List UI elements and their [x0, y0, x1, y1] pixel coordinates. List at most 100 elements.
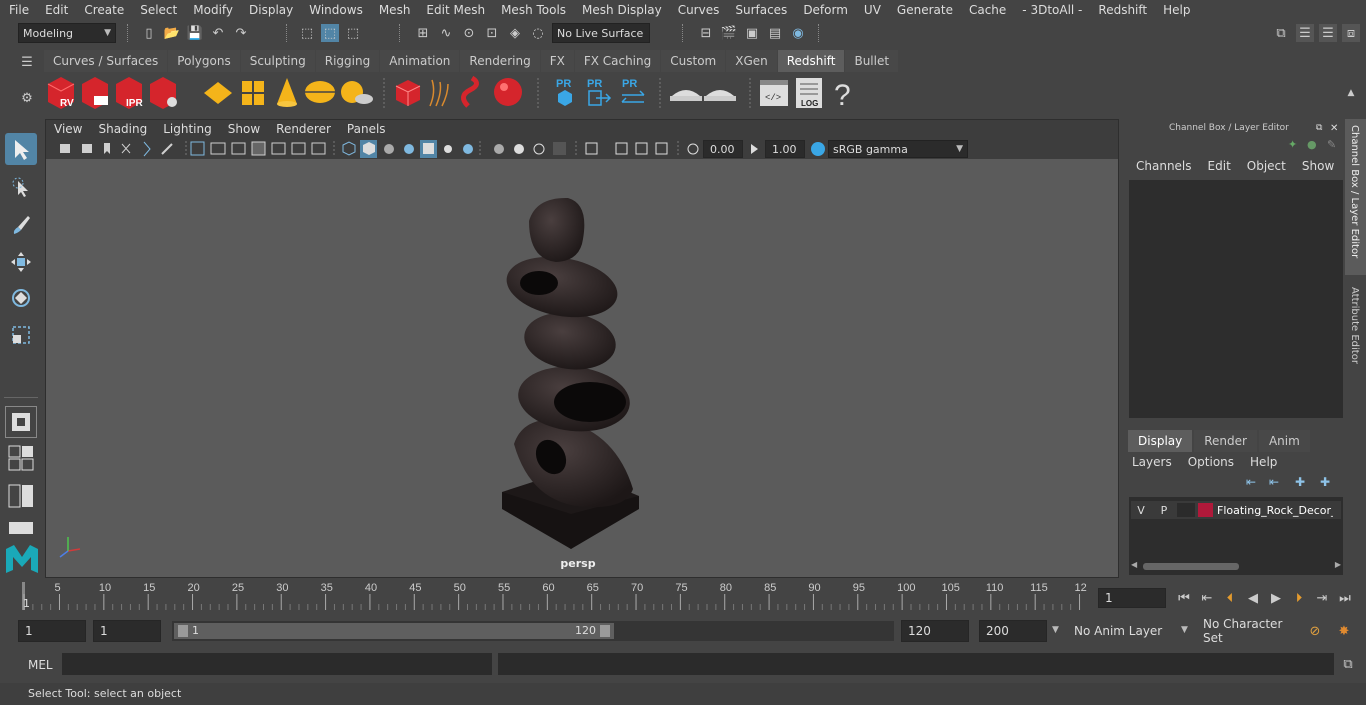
- render-ipr-icon[interactable]: IPR: [116, 77, 143, 109]
- pr-export-icon[interactable]: PR: [587, 78, 612, 106]
- gate-mask-icon[interactable]: [251, 141, 266, 156]
- exposure-field[interactable]: 0.00: [703, 140, 743, 158]
- mel-label[interactable]: MEL: [28, 658, 53, 672]
- menu-file[interactable]: File: [0, 0, 36, 20]
- menu-cache[interactable]: Cache: [960, 0, 1013, 20]
- xray-joints-icon[interactable]: [655, 142, 668, 155]
- film-gate-icon[interactable]: [210, 142, 226, 155]
- isolate-select-icon[interactable]: [585, 142, 598, 155]
- step-forward-key-icon[interactable]: ⇥: [1313, 589, 1331, 607]
- auto-key-icon[interactable]: ⊘: [1306, 622, 1324, 640]
- play-backward-icon[interactable]: ◀: [1244, 589, 1262, 607]
- select-object-icon[interactable]: ⬚: [321, 24, 339, 42]
- menu-display[interactable]: Display: [240, 0, 300, 20]
- single-view-layout[interactable]: [5, 406, 37, 438]
- xray-icon[interactable]: [615, 142, 628, 155]
- save-scene-icon[interactable]: 💾: [186, 24, 204, 42]
- render-view-icon[interactable]: ▤: [766, 24, 784, 42]
- step-forward-frame-icon[interactable]: ⏵: [1290, 589, 1308, 607]
- channel-icon-3[interactable]: ✎: [1327, 138, 1336, 151]
- render-settings-gear-icon[interactable]: [150, 77, 177, 109]
- undo-icon[interactable]: ↶: [209, 24, 227, 42]
- anim-layer-dropdown[interactable]: No Anim Layer: [1067, 620, 1172, 642]
- layer-menu-help[interactable]: Help: [1250, 455, 1285, 469]
- resolution-gate-icon[interactable]: [231, 142, 246, 155]
- shelf-tab-curves-surfaces[interactable]: Curves / Surfaces: [44, 50, 168, 72]
- layer-scrollbar[interactable]: ◀ ▶: [1131, 560, 1341, 572]
- channel-menu-edit[interactable]: Edit: [1200, 159, 1239, 173]
- sun-sky-icon[interactable]: [341, 81, 373, 104]
- safe-action-icon[interactable]: [291, 142, 306, 155]
- menu-mesh-tools[interactable]: Mesh Tools: [492, 0, 573, 20]
- wireframe-on-shaded-icon[interactable]: [404, 144, 414, 154]
- menu-mesh[interactable]: Mesh: [370, 0, 418, 20]
- channel-icon-2[interactable]: ●: [1307, 138, 1317, 151]
- grid-toggle-icon[interactable]: [190, 141, 205, 156]
- playback-end-field[interactable]: 120: [901, 620, 969, 642]
- viewport-3d[interactable]: persp: [46, 159, 1118, 577]
- shadows-icon[interactable]: [463, 144, 473, 154]
- new-layer-icon[interactable]: ✚: [1295, 475, 1305, 489]
- open-scene-icon[interactable]: 📂: [163, 24, 181, 42]
- bookmark-icon[interactable]: [104, 143, 110, 154]
- toggle-outliner-icon[interactable]: ☰: [1296, 24, 1314, 42]
- channel-menu-show[interactable]: Show: [1294, 159, 1342, 173]
- snap-point-icon[interactable]: ⊙: [460, 24, 478, 42]
- exposure-icon[interactable]: [687, 143, 699, 155]
- menu-3dtoall[interactable]: - 3DtoAll -: [1013, 0, 1089, 20]
- layer-menu-layers[interactable]: Layers: [1132, 455, 1180, 469]
- layer-visibility-toggle[interactable]: V: [1131, 504, 1151, 517]
- render-settings-icon[interactable]: ⊟: [697, 24, 715, 42]
- textured-icon[interactable]: [423, 143, 434, 154]
- colorspace-dropdown[interactable]: sRGB gamma ▼: [828, 140, 968, 158]
- use-lights-icon[interactable]: [444, 145, 452, 153]
- menu-curves[interactable]: Curves: [669, 0, 727, 20]
- bake-icon[interactable]: [670, 90, 702, 101]
- gamma-field[interactable]: 1.00: [765, 140, 805, 158]
- time-slider[interactable]: 5 10 15 20 25 30 35 40 45 50 55 60 65 70 75 80 85 90 95 100…: [0, 580, 1366, 616]
- four-view-layout[interactable]: [5, 442, 37, 474]
- snap-center-icon[interactable]: ◌: [529, 24, 547, 42]
- viewport-menu-renderer[interactable]: Renderer: [268, 120, 339, 139]
- shelf-settings-icon[interactable]: ⚙: [18, 89, 36, 107]
- render-current-icon[interactable]: 🎬: [720, 24, 738, 42]
- snap-grid-icon[interactable]: ⊞: [414, 24, 432, 42]
- toggle-channelbox-icon[interactable]: ⧈: [1342, 24, 1360, 42]
- hypershade-icon[interactable]: ◉: [789, 24, 807, 42]
- scroll-left-icon[interactable]: ◀: [1131, 560, 1137, 569]
- command-input[interactable]: [62, 653, 492, 675]
- safe-title-icon[interactable]: [311, 142, 326, 155]
- shelf-scroll-icon[interactable]: ▲: [1342, 84, 1360, 102]
- time-ruler[interactable]: 5 10 15 20 25 30 35 40 45 50 55 60 65 70 75 80 85 90 95 100…: [0, 580, 1095, 616]
- sphere-icon[interactable]: [494, 78, 522, 106]
- shelf-tab-rigging[interactable]: Rigging: [315, 50, 380, 72]
- workspace-icon[interactable]: ⧉: [1272, 24, 1290, 42]
- render-rv-icon[interactable]: RV: [47, 77, 75, 109]
- shelf-tab-redshift[interactable]: Redshift: [777, 50, 845, 72]
- select-hierarchy-icon[interactable]: ⬚: [298, 24, 316, 42]
- viewport-menu-shading[interactable]: Shading: [90, 120, 155, 139]
- viewport-menu-view[interactable]: View: [46, 120, 90, 139]
- go-to-start-icon[interactable]: ⏮: [1175, 589, 1193, 607]
- scene-end-field[interactable]: 200: [979, 620, 1047, 642]
- menu-mesh-display[interactable]: Mesh Display: [573, 0, 669, 20]
- wireframe-icon[interactable]: [342, 141, 356, 156]
- chevron-down-icon[interactable]: ▼: [1052, 625, 1059, 635]
- play-forward-icon[interactable]: ▶: [1267, 589, 1285, 607]
- step-back-frame-icon[interactable]: ⏴: [1221, 589, 1239, 607]
- shelf-tab-bullet[interactable]: Bullet: [845, 50, 899, 72]
- menu-select[interactable]: Select: [131, 0, 184, 20]
- area-light-icon[interactable]: [204, 82, 232, 104]
- color-management-icon[interactable]: [811, 142, 825, 156]
- new-scene-icon[interactable]: ▯: [140, 24, 158, 42]
- viewport-menu-show[interactable]: Show: [220, 120, 268, 139]
- scroll-thumb[interactable]: [1143, 563, 1239, 570]
- pr-cube-icon[interactable]: PR: [556, 78, 572, 106]
- shelf-tab-fx-caching[interactable]: FX Caching: [574, 50, 661, 72]
- help-icon[interactable]: ?: [834, 79, 851, 112]
- motion-blur-icon[interactable]: [514, 144, 524, 154]
- shelf-tab-animation[interactable]: Animation: [380, 50, 460, 72]
- layer-tab-anim[interactable]: Anim: [1258, 430, 1310, 452]
- dome-light-icon[interactable]: [305, 81, 335, 103]
- log-icon[interactable]: LOG: [796, 78, 822, 108]
